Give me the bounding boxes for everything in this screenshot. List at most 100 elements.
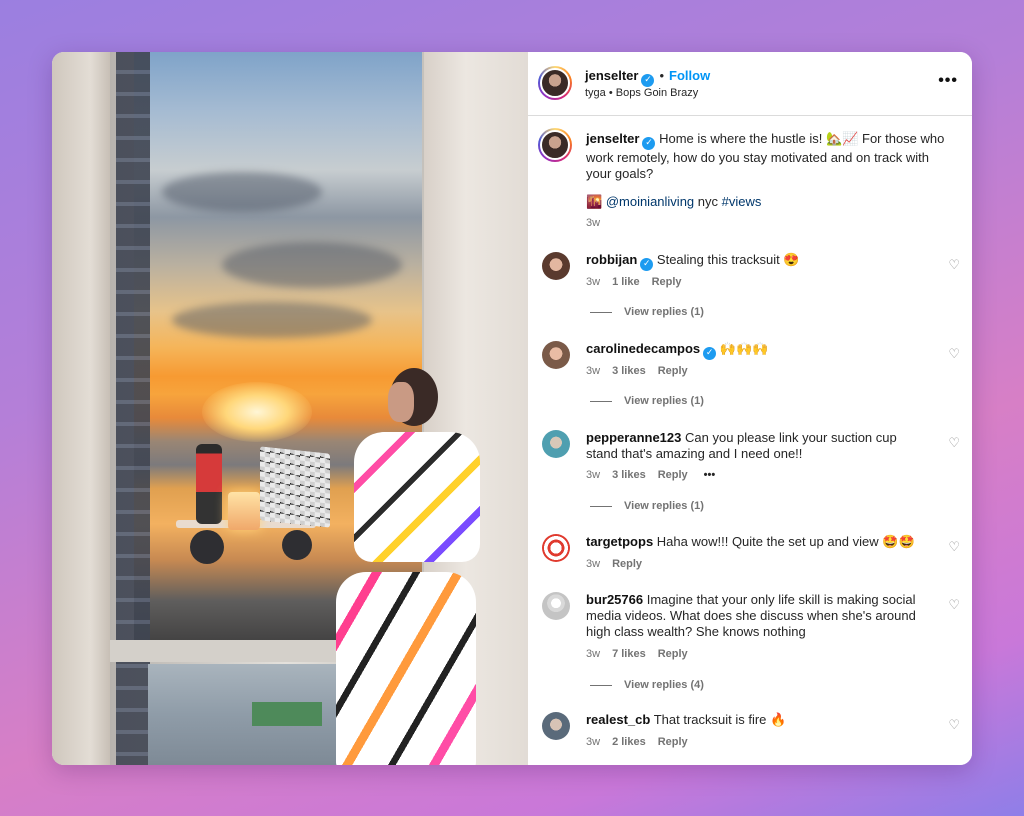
replies-divider xyxy=(590,684,612,686)
comment-body: carolinedecampos ✓ 🙌🙌🙌 xyxy=(586,341,926,360)
caption-username[interactable]: jenselter xyxy=(586,131,639,146)
commenter-avatar[interactable] xyxy=(542,592,570,620)
like-heart-icon[interactable]: ♡ xyxy=(948,436,960,451)
caption-location-text: nyc xyxy=(697,194,719,209)
photo-cloud xyxy=(172,302,372,338)
commenter-username[interactable]: targetpops xyxy=(586,534,653,549)
comment-time[interactable]: 3w xyxy=(586,558,600,570)
photo-person-tiedye-top xyxy=(354,432,480,562)
view-replies-label: View replies (4) xyxy=(624,679,704,691)
like-heart-icon[interactable]: ♡ xyxy=(948,718,960,733)
photo-cloud xyxy=(222,242,402,288)
like-heart-icon[interactable]: ♡ xyxy=(948,347,960,362)
author-username[interactable]: jenselter xyxy=(585,68,638,83)
commenter-avatar[interactable] xyxy=(542,430,570,458)
header-separator: • xyxy=(659,68,665,83)
caption-mention-link[interactable]: @moinianliving xyxy=(606,194,694,209)
more-options-icon[interactable]: ••• xyxy=(938,72,958,90)
post-side-panel: jenselter ✓ • Follow tyga • Bops Goin Brazy… xyxy=(528,52,972,765)
replies-divider xyxy=(590,400,612,402)
replies-divider xyxy=(590,311,612,313)
comment-meta: 3w 2 likes Reply xyxy=(586,736,700,748)
comment-meta: 3w 3 likes Reply ••• xyxy=(586,469,727,481)
commenter-avatar[interactable] xyxy=(542,252,570,280)
commenter-username[interactable]: carolinedecampos xyxy=(586,341,700,356)
post-photo[interactable] xyxy=(52,52,528,765)
caption-text: Home is where the hustle is! 🏡📈 For thos… xyxy=(586,131,945,181)
comment-options-icon[interactable]: ••• xyxy=(704,469,716,481)
reply-button[interactable]: Reply xyxy=(658,469,688,481)
comment-time[interactable]: 3w xyxy=(586,736,600,748)
like-heart-icon[interactable]: ♡ xyxy=(948,598,960,613)
commenter-username[interactable]: pepperanne123 xyxy=(586,430,681,445)
comment-likes[interactable]: 2 likes xyxy=(612,736,646,748)
view-replies-button[interactable]: View replies (1) xyxy=(590,306,704,318)
photo-wall xyxy=(52,52,116,765)
photo-person-tiedye-pants xyxy=(336,572,476,765)
header-author-line: jenselter ✓ • Follow xyxy=(585,68,710,87)
view-replies-label: View replies (1) xyxy=(624,500,704,512)
reply-button[interactable]: Reply xyxy=(658,736,688,748)
comment-likes[interactable]: 1 like xyxy=(612,276,640,288)
author-avatar[interactable] xyxy=(538,66,572,100)
comment-body: realest_cb That tracksuit is fire 🔥 xyxy=(586,712,926,728)
comment-meta: 3w 3 likes Reply xyxy=(586,365,700,377)
view-replies-label: View replies (1) xyxy=(624,395,704,407)
comment-meta: 3w Reply xyxy=(586,558,654,570)
comment-body: pepperanne123 Can you please link your s… xyxy=(586,430,926,462)
comment-time[interactable]: 3w xyxy=(586,276,600,288)
comment-time[interactable]: 3w xyxy=(586,365,600,377)
follow-button[interactable]: Follow xyxy=(669,68,710,83)
caption-hashtag-link[interactable]: #views xyxy=(722,194,762,209)
caption-author-avatar[interactable] xyxy=(538,128,572,162)
comment-text: That tracksuit is fire 🔥 xyxy=(653,712,787,727)
reply-button[interactable]: Reply xyxy=(652,276,682,288)
verified-badge-icon: ✓ xyxy=(641,74,655,87)
photo-green-roof xyxy=(252,702,322,726)
photo-cloud xyxy=(162,172,322,212)
verified-badge-icon: ✓ xyxy=(703,347,717,360)
comment-time[interactable]: 3w xyxy=(586,648,600,660)
post-header: jenselter ✓ • Follow tyga • Bops Goin Brazy… xyxy=(528,52,972,116)
view-replies-button[interactable]: View replies (1) xyxy=(590,500,704,512)
like-heart-icon[interactable]: ♡ xyxy=(948,540,960,555)
comment-body: targetpops Haha wow!!! Quite the set up … xyxy=(586,534,926,550)
comment-likes[interactable]: 3 likes xyxy=(612,365,646,377)
commenter-username[interactable]: realest_cb xyxy=(586,712,650,727)
caption-timestamp[interactable]: 3w xyxy=(586,217,600,229)
caption-tags-line: 🌇 @moinianliving nyc #views xyxy=(586,194,761,210)
commenter-avatar[interactable] xyxy=(542,712,570,740)
sunset-emoji-icon: 🌇 xyxy=(586,195,603,210)
comment-meta: 3w 7 likes Reply xyxy=(586,648,700,660)
commenter-avatar[interactable] xyxy=(542,341,570,369)
commenter-username[interactable]: robbijan xyxy=(586,252,637,267)
comment-likes[interactable]: 3 likes xyxy=(612,469,646,481)
comment-body: bur25766 Imagine that your only life ski… xyxy=(586,592,926,640)
reply-button[interactable]: Reply xyxy=(612,558,642,570)
instagram-post-window: jenselter ✓ • Follow tyga • Bops Goin Brazy… xyxy=(52,52,972,765)
photo-candle xyxy=(228,492,260,530)
reply-button[interactable]: Reply xyxy=(658,365,688,377)
photo-person xyxy=(324,368,486,765)
comment-time[interactable]: 3w xyxy=(586,469,600,481)
view-replies-label: View replies (1) xyxy=(624,306,704,318)
commenter-avatar[interactable] xyxy=(542,534,570,562)
audio-track-link[interactable]: tyga • Bops Goin Brazy xyxy=(585,87,698,99)
comment-likes[interactable]: 7 likes xyxy=(612,648,646,660)
comment-text: Haha wow!!! Quite the set up and view 🤩🤩 xyxy=(656,534,915,549)
photo-suction-cup xyxy=(282,530,312,560)
view-replies-button[interactable]: View replies (1) xyxy=(590,395,704,407)
comment-meta: 3w 1 like Reply xyxy=(586,276,694,288)
caption-text-block: jenselter ✓ Home is where the hustle is! … xyxy=(586,131,956,182)
view-replies-button[interactable]: View replies (4) xyxy=(590,679,704,691)
comment-text: Stealing this tracksuit 😍 xyxy=(656,252,800,267)
comment-text: 🙌🙌🙌 xyxy=(719,342,769,357)
commenter-username[interactable]: bur25766 xyxy=(586,592,643,607)
replies-divider xyxy=(590,505,612,507)
verified-badge-icon: ✓ xyxy=(640,258,654,271)
reply-button[interactable]: Reply xyxy=(658,648,688,660)
photo-bottle xyxy=(196,444,222,524)
like-heart-icon[interactable]: ♡ xyxy=(948,258,960,273)
photo-person-face xyxy=(388,382,414,422)
photo-suction-cup xyxy=(190,530,224,564)
